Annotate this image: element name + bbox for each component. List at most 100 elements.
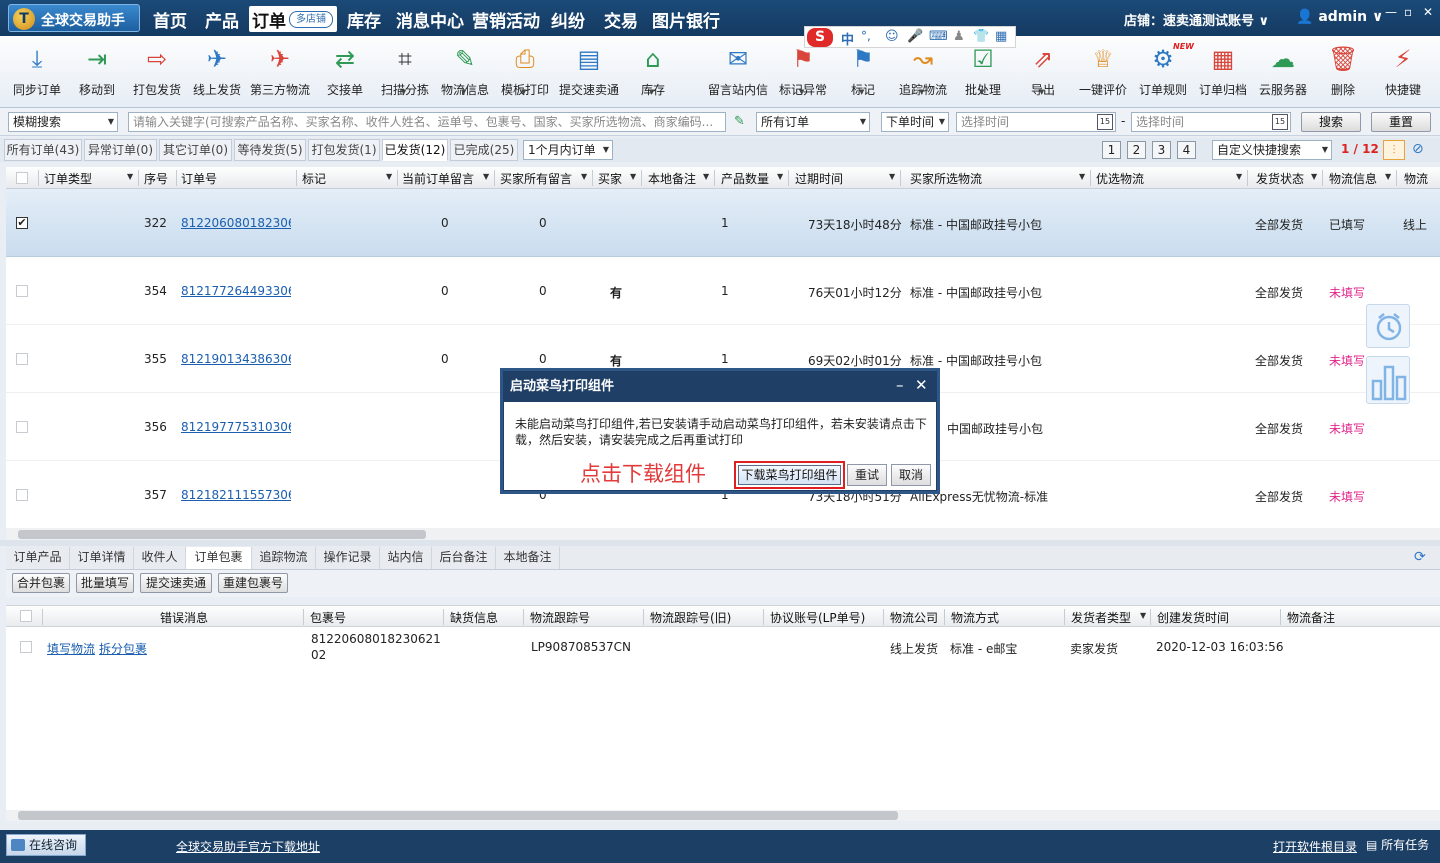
nav-image-bank[interactable]: 图片银行	[652, 7, 720, 32]
grid-menu-icon[interactable]: ▦	[995, 29, 1007, 44]
col-logistics-extra[interactable]: 物流	[1404, 170, 1428, 187]
row-checkbox[interactable]	[16, 421, 28, 433]
emoji-icon[interactable]: ☺	[885, 29, 899, 44]
nav-marketing[interactable]: 营销活动	[472, 7, 540, 32]
tab-completed[interactable]: 已完成(25)	[450, 139, 518, 161]
open-root-dir-link[interactable]: 打开软件根目录	[1273, 838, 1357, 855]
period-select[interactable]: 1个月内订单 ▼	[523, 140, 613, 160]
tab-awaiting-shipment[interactable]: 等待发货(5)	[234, 139, 306, 161]
col-logistics-company[interactable]: 物流公司	[890, 609, 938, 626]
row-order-no[interactable]: 81219777531030621	[181, 420, 291, 434]
col-logistics-info[interactable]: 物流信息	[1329, 170, 1377, 187]
quick-search-select[interactable]: 自定义快捷搜索 ▼	[1212, 140, 1332, 160]
ime-lang[interactable]: 中	[841, 29, 854, 48]
tab-local-note[interactable]: 本地备注	[496, 547, 560, 569]
col-mark[interactable]: 标记	[302, 170, 326, 187]
col-stockout-info[interactable]: 缺货信息	[450, 609, 498, 626]
sort-arrow-icon[interactable]: ▼	[703, 172, 709, 181]
refresh-icon[interactable]: ⟳	[1414, 549, 1426, 565]
nav-orders[interactable]: 订单 多店铺	[249, 6, 337, 32]
col-logistics-note[interactable]: 物流备注	[1287, 609, 1335, 626]
person-icon[interactable]: ♟	[953, 29, 965, 44]
tab-other-orders[interactable]: 其它订单(0)	[159, 139, 232, 161]
nav-home[interactable]: 首页	[153, 7, 187, 32]
page-2-button[interactable]: 2	[1127, 141, 1146, 159]
dropdown-arrow-icon[interactable]: ▼	[919, 88, 924, 96]
rebuild-package-no-button[interactable]: 重建包裹号	[218, 573, 288, 593]
statistics-button[interactable]	[1366, 356, 1410, 404]
tab-operation-log[interactable]: 操作记录	[316, 547, 380, 569]
hide-eye-icon[interactable]: ⊘	[1412, 141, 1424, 157]
col-seq[interactable]: 序号	[144, 170, 168, 187]
tab-track-logistics[interactable]: 追踪物流	[252, 547, 316, 569]
multi-store-badge[interactable]: 多店铺	[289, 11, 333, 28]
sort-arrow-icon[interactable]: ▼	[1140, 611, 1146, 620]
col-expire-time[interactable]: 过期时间	[795, 170, 843, 187]
tab-recipient[interactable]: 收件人	[134, 547, 186, 569]
col-logistics-method[interactable]: 物流方式	[951, 609, 999, 626]
table-row[interactable]: ✔ 322 81220608018230621 0 0 1 73天18小时48分标准 - 中…	[6, 189, 1440, 257]
dropdown-arrow-icon[interactable]: ▼	[401, 88, 406, 96]
keyboard-icon[interactable]: ⌨	[929, 29, 948, 44]
dropdown-arrow-icon[interactable]: ▼	[649, 88, 654, 96]
scroll-thumb[interactable]	[18, 530, 426, 539]
row-order-no[interactable]: 81220608018230621	[181, 216, 291, 230]
row-order-no[interactable]: 81217726449330621	[181, 284, 291, 298]
close-window-button[interactable]: ✕	[1423, 5, 1433, 19]
col-local-note[interactable]: 本地备注	[648, 170, 696, 187]
tab-inbox[interactable]: 站内信	[380, 547, 432, 569]
skin-icon[interactable]: 👕	[973, 29, 989, 44]
download-component-button[interactable]: 下载菜鸟打印组件	[738, 465, 841, 485]
tab-backend-note[interactable]: 后台备注	[432, 547, 496, 569]
col-current-message[interactable]: 当前订单留言	[402, 170, 474, 187]
start-time-input[interactable]: 选择时间 15	[956, 112, 1116, 132]
retry-button[interactable]: 重试	[847, 464, 887, 486]
col-error-message[interactable]: 错误消息	[160, 609, 208, 626]
dialog-minimize-button[interactable]: –	[896, 376, 904, 394]
grid-horizontal-scrollbar[interactable]	[6, 529, 1440, 540]
split-package-link[interactable]: 拆分包裹	[99, 640, 147, 657]
col-order-no[interactable]: 订单号	[181, 170, 217, 187]
keyword-input[interactable]: 请输入关键字(可搜索产品名称、买家名称、收件人姓名、运单号、包裹号、国家、买家所…	[128, 112, 726, 132]
col-ship-status[interactable]: 发货状态	[1256, 170, 1304, 187]
batch-fill-button[interactable]: 批量填写	[76, 573, 134, 593]
sort-arrow-icon[interactable]: ▼	[889, 172, 895, 181]
merge-packages-button[interactable]: 合并包裹	[12, 573, 70, 593]
page-3-button[interactable]: 3	[1152, 141, 1171, 159]
dropdown-arrow-icon[interactable]: ▼	[461, 88, 466, 96]
submit-aliexpress-button[interactable]: 提交速卖通	[140, 573, 212, 593]
dropdown-arrow-icon[interactable]: ▼	[979, 88, 984, 96]
sort-arrow-icon[interactable]: ▼	[386, 172, 392, 181]
col-created-time[interactable]: 创建发货时间	[1157, 609, 1229, 626]
sort-arrow-icon[interactable]: ▼	[483, 172, 489, 181]
toolbar-lightning-button[interactable]: ⚡ 快捷键	[1371, 44, 1435, 106]
tab-exception-orders[interactable]: 异常订单(0)	[84, 139, 157, 161]
nav-products[interactable]: 产品	[205, 7, 239, 32]
table-row[interactable]: 354 81217726449330621 0 0 有 1 76天01小时12分标准 - 中…	[6, 257, 1440, 325]
col-tracking-no-old[interactable]: 物流跟踪号(旧)	[650, 609, 731, 626]
dropdown-arrow-icon[interactable]: ▼	[1039, 88, 1044, 96]
dropdown-arrow-icon[interactable]: ▼	[521, 88, 526, 96]
row-checkbox[interactable]	[16, 285, 28, 297]
sort-arrow-icon[interactable]: ▼	[1236, 172, 1242, 181]
package-row[interactable]: 填写物流 拆分包裹 81220608018230621 02 LP9087085…	[6, 627, 1440, 667]
search-button[interactable]: 搜索	[1301, 112, 1361, 132]
page-4-button[interactable]: 4	[1177, 141, 1196, 159]
row-checkbox[interactable]	[16, 489, 28, 501]
tab-order-products[interactable]: 订单产品	[6, 547, 70, 569]
maximize-button[interactable]: ▫	[1404, 5, 1412, 19]
col-buyer[interactable]: 买家	[598, 170, 622, 187]
reset-button[interactable]: 重置	[1371, 112, 1431, 132]
pencil-icon[interactable]: ✎	[734, 114, 745, 129]
col-shipper-type[interactable]: 发货者类型	[1071, 609, 1131, 626]
tab-packed[interactable]: 打包发货(1)	[308, 139, 380, 161]
select-all-checkbox[interactable]	[16, 172, 28, 184]
col-tracking-no[interactable]: 物流跟踪号	[530, 609, 590, 626]
fill-logistics-link[interactable]: 填写物流	[47, 640, 95, 657]
col-preferred-logistics[interactable]: 优选物流	[1096, 170, 1144, 187]
tab-shipped[interactable]: 已发货(12)	[382, 139, 448, 161]
minimize-button[interactable]: —	[1385, 5, 1397, 19]
sort-arrow-icon[interactable]: ▼	[1079, 172, 1085, 181]
col-lp-account[interactable]: 协议账号(LP单号)	[770, 609, 865, 626]
column-settings-icon[interactable]: ⫶	[1383, 140, 1405, 160]
